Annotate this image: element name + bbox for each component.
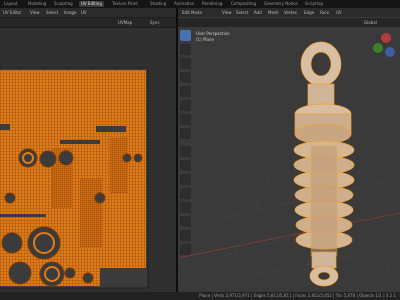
tab-compositing[interactable]: Compositing [229,1,258,7]
uv-ring-island [122,153,132,163]
extrude-icon[interactable] [180,146,191,157]
uv-menu-view[interactable]: View [30,8,40,17]
uv-island-column [80,178,102,248]
uv-layout [0,67,149,289]
uv-ring-island [18,148,38,168]
uv-gap [0,214,46,217]
transform-icon[interactable] [180,100,191,111]
uv-editor-toolbar: UVMap Sync [0,18,176,27]
uv-menu-image[interactable]: Image [64,8,77,17]
tab-animation[interactable]: Animation [172,1,196,7]
rotate-icon[interactable] [180,72,191,83]
viewport-menu-add[interactable]: Add [254,8,262,17]
workspace-tabs: Layout Modeling Sculpting UV Editing Tex… [0,0,400,8]
navigation-gizmo[interactable] [373,33,395,57]
uv-ring-island [94,192,106,204]
spin-icon[interactable] [180,230,191,241]
tab-shading[interactable]: Shading [148,1,168,7]
poly-build-icon[interactable] [180,216,191,227]
viewport-view-label: User Perspective [196,31,230,36]
status-bar: Plane | Verts 2,971/2,971 | Edges 5,811/… [0,292,400,300]
uv-editor-header: UV Editor View Select Image UV [0,8,176,17]
measure-icon[interactable] [180,128,191,139]
uv-island-column [110,138,128,193]
uv-gap [60,140,100,144]
bevel-icon[interactable] [180,174,191,185]
scale-icon[interactable] [180,86,191,97]
tab-layout[interactable]: Layout [2,1,20,7]
x-axis-line [177,212,400,259]
tab-rendering[interactable]: Rendering [200,1,224,7]
uv-ring-island [82,272,94,284]
uv-editor-canvas[interactable] [0,28,176,292]
viewport-object-label: (1) Plane [196,37,214,42]
uv-ring-island [4,192,16,204]
smooth-icon[interactable] [180,244,191,255]
uv-map-selector[interactable]: UVMap [118,18,132,27]
uv-menu-select[interactable]: Select [46,8,58,17]
inset-icon[interactable] [180,160,191,171]
shock-absorber-mesh [293,41,355,287]
viewport-scene [177,33,400,293]
uv-ring-island [1,232,23,254]
uv-ring-island [39,150,57,168]
viewport-menu-edge[interactable]: Edge [304,8,314,17]
move-icon[interactable] [180,58,191,69]
uv-ring-island [58,150,74,166]
tab-modeling[interactable]: Modeling [26,1,48,7]
uv-gap [96,126,126,132]
viewport-tool-settings: Global [178,18,400,27]
cursor-icon[interactable] [180,44,191,55]
uv-ring-island [39,261,65,287]
annotate-icon[interactable] [180,114,191,125]
uv-ring-island [133,153,143,163]
viewport-menu-uv[interactable]: UV [336,8,342,17]
tab-uv-editing[interactable]: UV Editing [79,1,104,7]
tab-sculpting[interactable]: Sculpting [52,1,75,7]
uv-ring-island [8,261,32,285]
uv-ring-island [27,226,61,260]
uv-gap [100,268,146,286]
uv-sync-toggle[interactable]: Sync [150,18,160,27]
viewport-menu-vertex[interactable]: Vertex [284,8,297,17]
viewport-menu-view[interactable]: View [222,8,232,17]
tab-texture-paint[interactable]: Texture Paint [110,1,140,7]
viewport-menu-select[interactable]: Select [236,8,248,17]
viewport-menu-mesh[interactable]: Mesh [268,8,279,17]
knife-icon[interactable] [180,202,191,213]
3d-viewport[interactable] [177,8,400,293]
viewport-menu-face[interactable]: Face [320,8,329,17]
orientation-dropdown[interactable]: Global [364,18,377,27]
scene-statistics: Plane | Verts 2,971/2,971 | Edges 5,811/… [199,293,396,298]
select-box-icon[interactable] [180,30,191,41]
viewport-header: Edit Mode View Select Add Mesh Vertex Ed… [178,8,400,17]
tab-scripting[interactable]: Scripting [303,1,325,7]
uv-gap [0,124,10,130]
loop-cut-icon[interactable] [180,188,191,199]
tab-geometry-nodes[interactable]: Geometry Nodes [262,1,300,7]
uv-menu-uv[interactable]: UV [81,8,87,17]
uv-ring-island [64,267,76,279]
mode-selector[interactable]: Edit Mode [182,8,202,17]
uv-editor-type-label[interactable]: UV Editor [3,8,22,17]
